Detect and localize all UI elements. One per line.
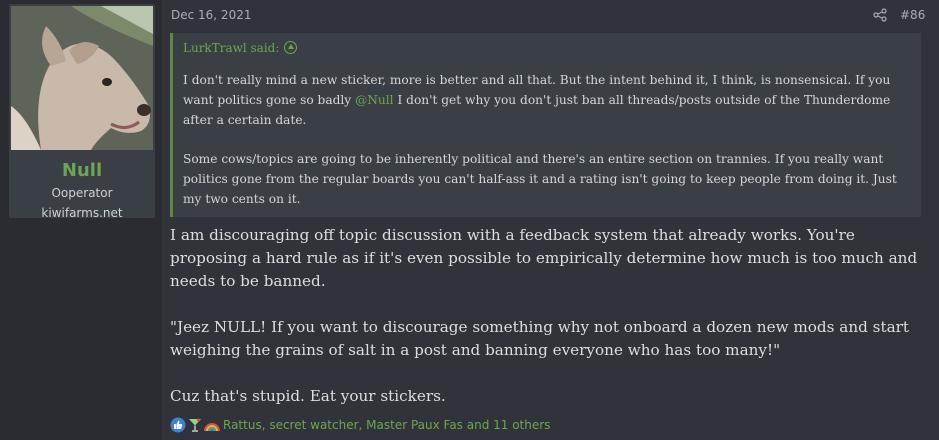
quote-body: I don't really mind a new sticker, more … [183, 70, 917, 228]
jump-to-quote-icon[interactable] [284, 41, 298, 54]
reactions-bar[interactable]: Rattus, secret watcher, Master Paux Fas … [170, 415, 550, 435]
quote-attribution[interactable]: LurkTrawl said: [183, 41, 298, 55]
avatar[interactable] [11, 6, 153, 150]
post-paragraph: Cuz that's stupid. Eat your stickers. [170, 387, 446, 405]
share-icon[interactable] [873, 8, 887, 22]
post-paragraph: "Jeez NULL! If you want to discourage so… [170, 318, 909, 359]
user-column: Null Ooperator kiwifarms.net [0, 0, 163, 440]
quote-block: LurkTrawl said: I don't really mind a ne… [170, 33, 921, 217]
cocktail-icon [189, 418, 201, 432]
user-info-block: Null Ooperator kiwifarms.net [9, 4, 155, 220]
quote-paragraph: Some cows/topics are going to be inheren… [183, 152, 897, 206]
user-mention-link[interactable]: @Null [355, 93, 394, 107]
like-icon [170, 417, 186, 433]
quote-author[interactable]: LurkTrawl said: [183, 41, 279, 55]
post-paragraph: I am discouraging off topic discussion w… [170, 226, 918, 290]
username[interactable]: Null [9, 160, 155, 181]
user-extra-info: kiwifarms.net [41, 206, 123, 220]
dog-avatar-image [11, 6, 153, 150]
reactions-list[interactable]: Rattus, secret watcher, Master Paux Fas … [223, 418, 550, 432]
user-title: Ooperator [51, 186, 113, 200]
post-main: Dec 16, 2021 #86 LurkTrawl said: I don't… [162, 0, 939, 440]
rainbow-icon [204, 423, 220, 432]
post-body: I am discouraging off topic discussion w… [170, 224, 930, 431]
post-date[interactable]: Dec 16, 2021 [171, 8, 251, 22]
forum-post: Null Ooperator kiwifarms.net Dec 16, 202… [0, 0, 939, 440]
quote-paragraph: I don't really mind a new sticker, more … [183, 70, 917, 130]
post-number-link[interactable]: #86 [900, 8, 925, 22]
